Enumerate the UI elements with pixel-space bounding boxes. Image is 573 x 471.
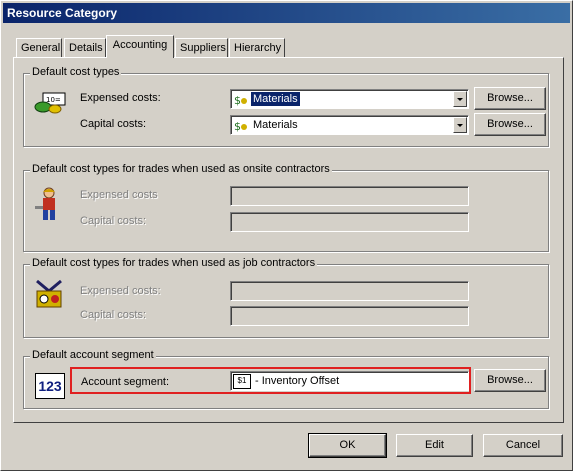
expensed-costs-combo[interactable]: $ Materials — [230, 89, 469, 109]
onsite-expensed-label: Expensed costs — [80, 189, 158, 201]
job-expensed-field — [230, 281, 469, 301]
group-title: Default cost types for trades when used … — [30, 163, 332, 175]
ok-button[interactable]: OK — [308, 433, 387, 458]
account-segment-label: Account segment: — [81, 376, 170, 388]
onsite-expensed-field — [230, 186, 469, 206]
job-capital-label: Capital costs: — [80, 309, 147, 321]
account-segment-value: - Inventory Offset — [255, 375, 340, 387]
onsite-capital-label: Capital costs: — [80, 215, 147, 227]
contractor-worker-icon — [35, 187, 55, 220]
cost-type-icon: $ — [234, 94, 247, 106]
job-expensed-label: Expensed costs: — [80, 285, 161, 297]
edit-button[interactable]: Edit — [396, 434, 473, 457]
group-title: Default cost types for trades when used … — [30, 257, 318, 269]
onsite-contractors-group: Default cost types for trades when used … — [23, 163, 549, 252]
cancel-button[interactable]: Cancel — [483, 434, 563, 457]
capital-costs-value: Materials — [253, 119, 298, 131]
capital-costs-label: Capital costs: — [80, 118, 147, 130]
expensed-costs-label: Expensed costs: — [80, 92, 161, 104]
expensed-costs-value: Materials — [250, 91, 301, 107]
money-icon: 10= — [34, 92, 66, 114]
svg-text:$: $ — [234, 94, 241, 106]
browse-capital-button[interactable]: Browse... — [474, 113, 546, 136]
capital-costs-combo[interactable]: $ Materials — [230, 115, 469, 135]
tab-general[interactable]: General — [16, 38, 62, 57]
group-title: Default account segment — [30, 349, 156, 361]
default-cost-types-group: Default cost types — [23, 66, 549, 147]
tab-details[interactable]: Details — [64, 38, 106, 57]
tab-accounting[interactable]: Accounting — [106, 35, 174, 58]
number-icon: 123 — [35, 373, 65, 399]
resource-category-window: Resource Category General Details Accoun… — [0, 0, 573, 471]
browse-account-button[interactable]: Browse... — [474, 369, 546, 392]
account-segment-field[interactable]: $1 - Inventory Offset — [230, 371, 469, 391]
window-title: Resource Category — [3, 3, 570, 23]
group-title: Default cost types — [30, 66, 122, 78]
cost-type-icon: $ — [234, 120, 247, 132]
onsite-capital-field — [230, 212, 469, 232]
job-capital-field — [230, 306, 469, 326]
tab-hierarchy[interactable]: Hierarchy — [229, 38, 285, 57]
account-field-icon: $1 — [233, 374, 251, 389]
job-contractors-group: Default cost types for trades when used … — [23, 257, 549, 338]
tab-suppliers[interactable]: Suppliers — [175, 38, 228, 57]
chevron-down-icon[interactable] — [453, 117, 467, 133]
browse-expensed-button[interactable]: Browse... — [474, 87, 546, 110]
chevron-down-icon[interactable] — [453, 91, 467, 107]
job-contractor-icon — [36, 279, 62, 308]
svg-text:$: $ — [234, 120, 241, 132]
